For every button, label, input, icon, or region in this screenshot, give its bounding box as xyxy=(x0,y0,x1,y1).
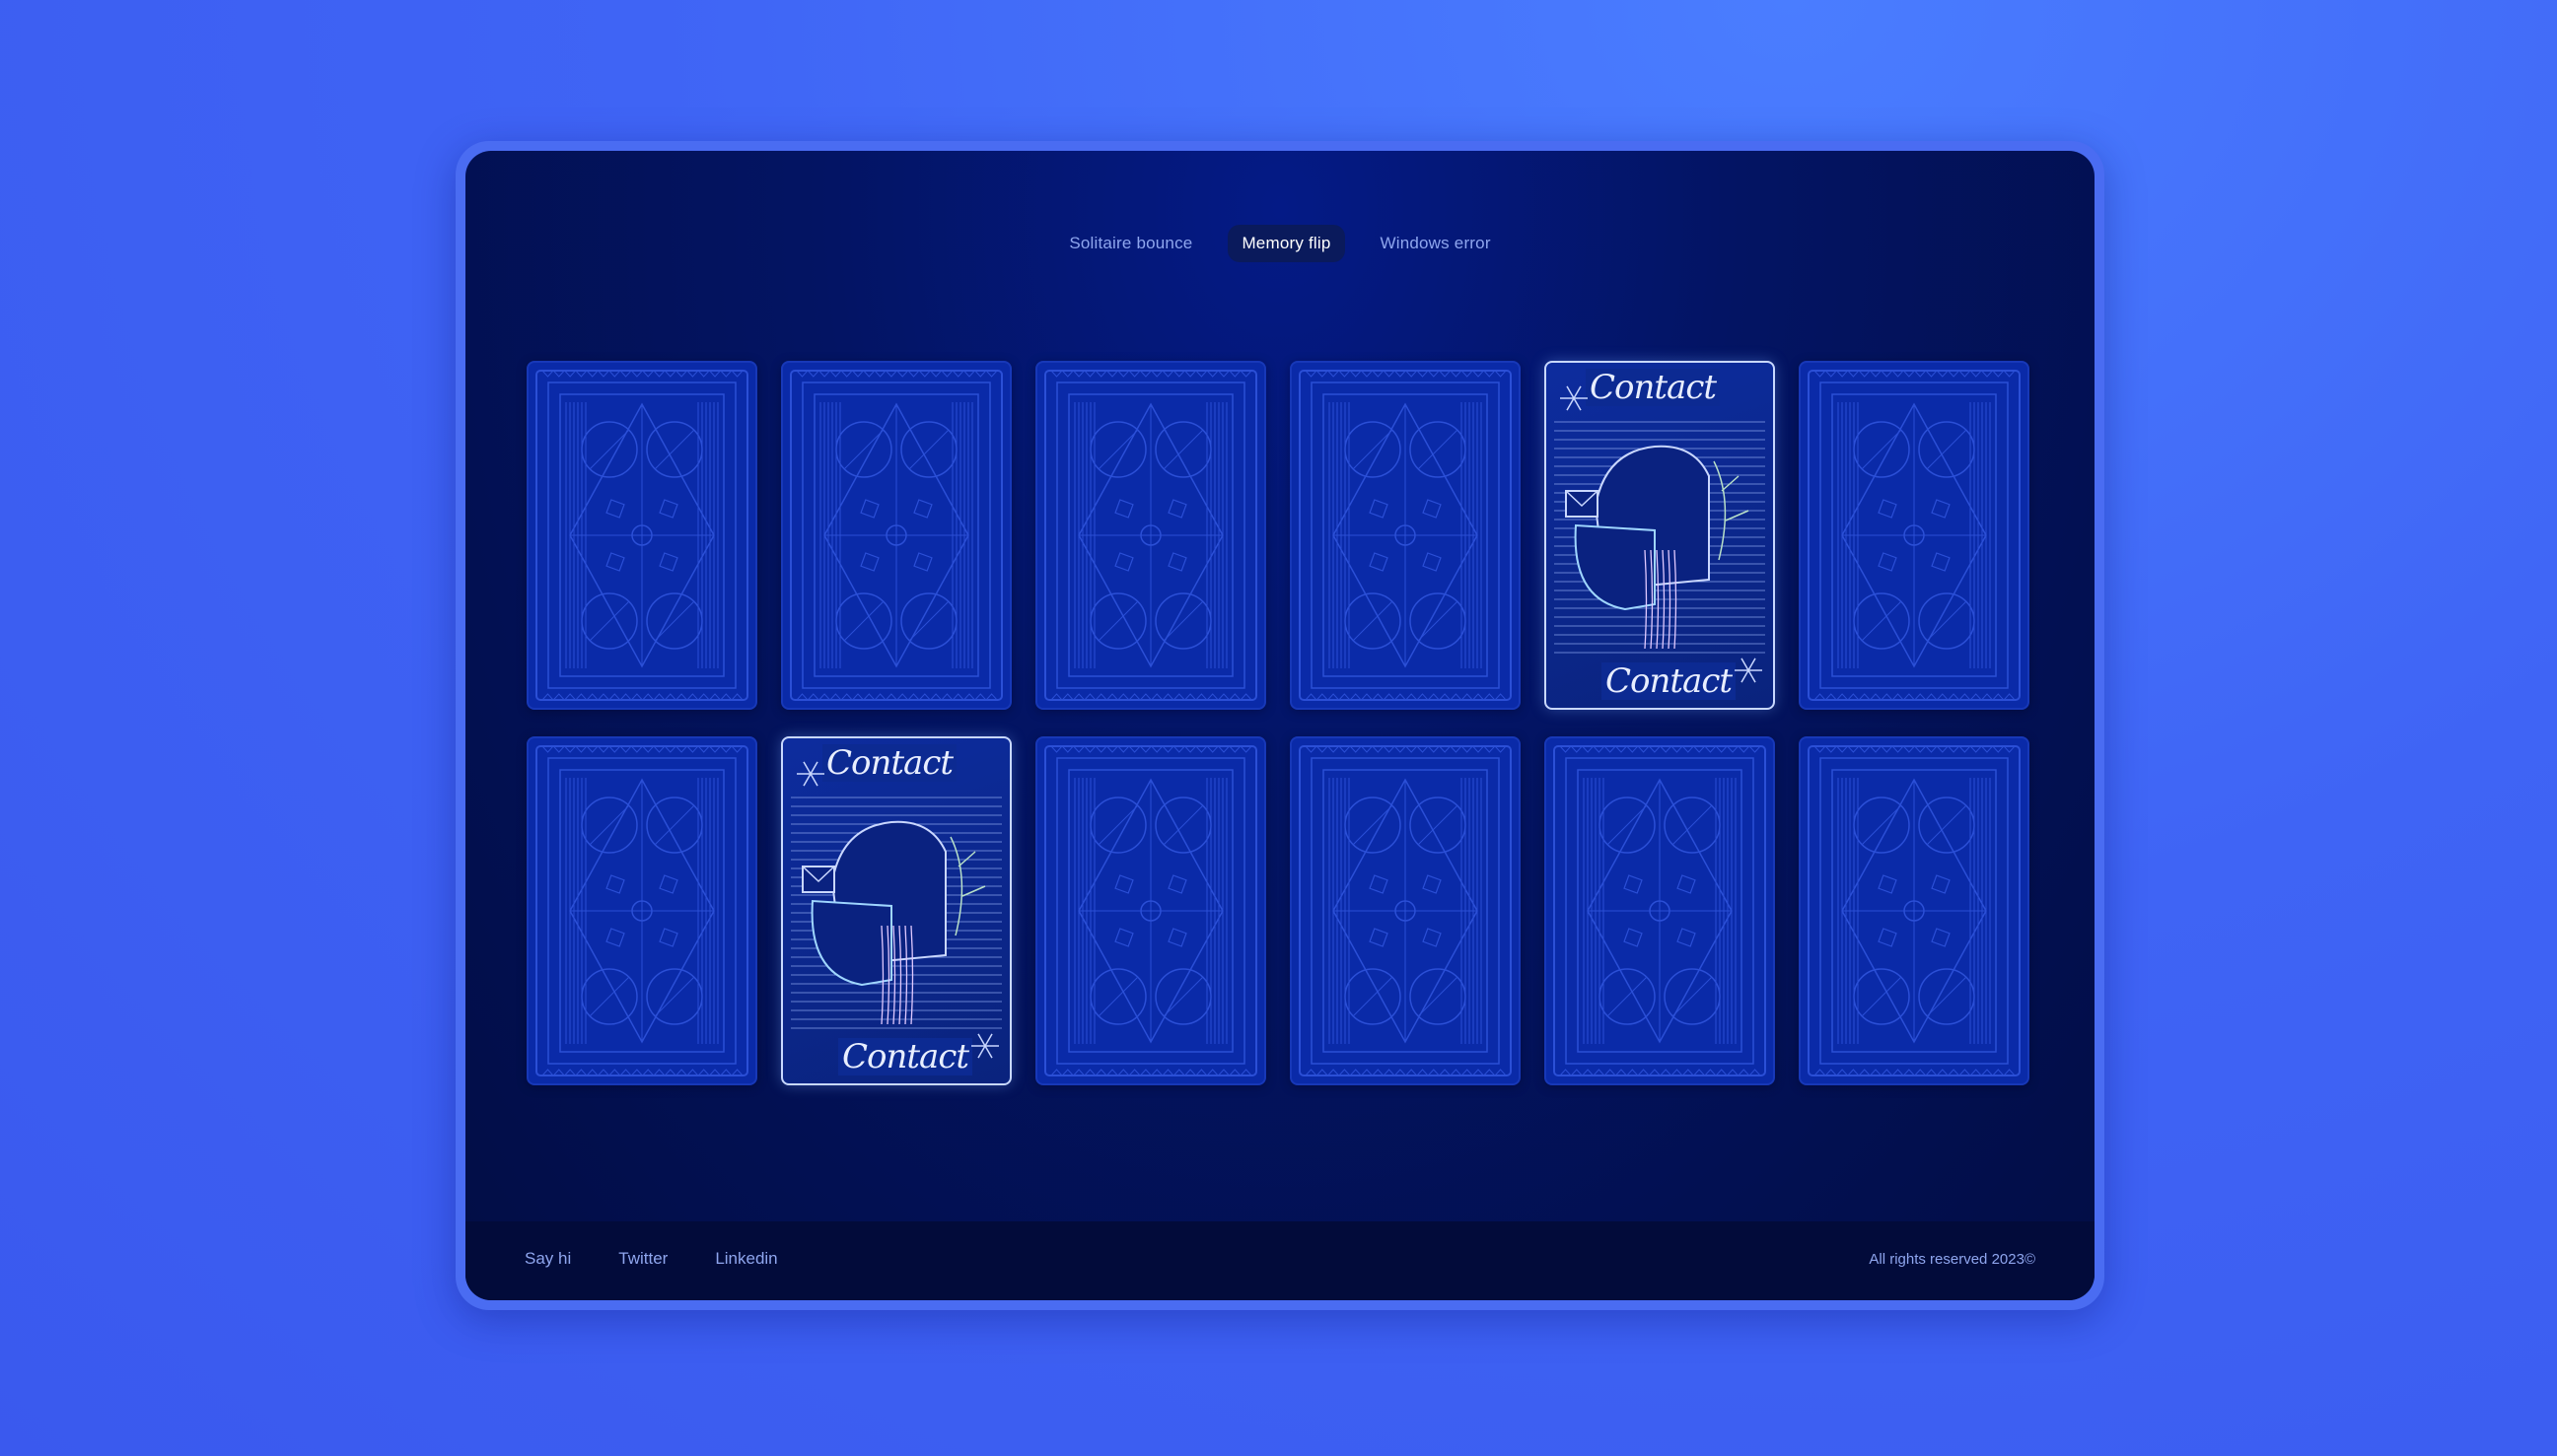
card-face-contact[interactable]: Contact Contact xyxy=(1544,361,1775,710)
browser-frame: Solitaire bounce Memory flip Windows err… xyxy=(456,141,2104,1310)
app-screen: Solitaire bounce Memory flip Windows err… xyxy=(465,151,2095,1300)
card-back-pattern-icon xyxy=(1299,745,1512,1076)
tab-solitaire-bounce[interactable]: Solitaire bounce xyxy=(1055,225,1206,262)
card-back[interactable] xyxy=(1035,361,1266,710)
card-back[interactable] xyxy=(527,361,757,710)
card-back-pattern-icon xyxy=(1299,370,1512,701)
card-back-pattern-icon xyxy=(1808,745,2021,1076)
card-back-pattern-icon xyxy=(1553,745,1766,1076)
mailbox-illustration-icon xyxy=(1554,385,1765,683)
card-back-pattern-icon xyxy=(535,370,748,701)
mailbox-illustration-icon xyxy=(791,761,1002,1059)
card-back-pattern-icon xyxy=(1044,370,1257,701)
card-back[interactable] xyxy=(1290,736,1521,1085)
site-footer: Say hi Twitter Linkedin All rights reser… xyxy=(465,1221,2095,1300)
footer-link-twitter[interactable]: Twitter xyxy=(618,1249,668,1269)
card-back[interactable] xyxy=(1035,736,1266,1085)
card-back[interactable] xyxy=(1544,736,1775,1085)
copyright-text: All rights reserved 2023© xyxy=(1869,1251,2035,1268)
memory-card-grid: Contact Contact Contact Contact xyxy=(527,361,2029,1085)
card-back-pattern-icon xyxy=(1044,745,1257,1076)
card-face-contact[interactable]: Contact Contact xyxy=(781,736,1012,1085)
card-back-pattern-icon xyxy=(1808,370,2021,701)
footer-link-linkedin[interactable]: Linkedin xyxy=(715,1249,777,1269)
tab-memory-flip[interactable]: Memory flip xyxy=(1228,225,1345,262)
card-back[interactable] xyxy=(1799,736,2029,1085)
footer-links: Say hi Twitter Linkedin xyxy=(525,1249,778,1269)
card-back[interactable] xyxy=(1290,361,1521,710)
card-back[interactable] xyxy=(527,736,757,1085)
tab-windows-error[interactable]: Windows error xyxy=(1367,225,1505,262)
card-back[interactable] xyxy=(1799,361,2029,710)
card-back-pattern-icon xyxy=(535,745,748,1076)
game-tabs: Solitaire bounce Memory flip Windows err… xyxy=(465,225,2095,262)
card-back[interactable] xyxy=(781,361,1012,710)
footer-link-say-hi[interactable]: Say hi xyxy=(525,1249,571,1269)
card-back-pattern-icon xyxy=(790,370,1003,701)
